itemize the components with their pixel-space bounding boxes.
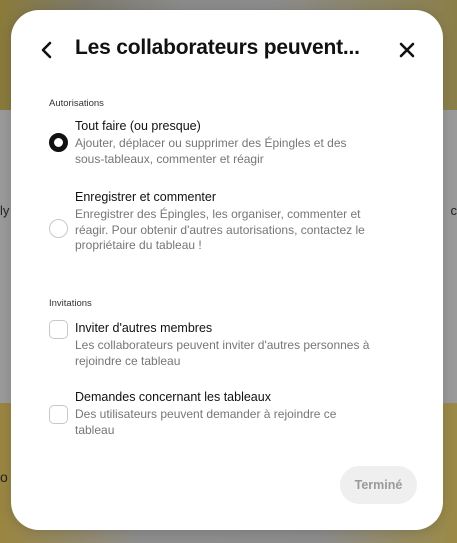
background-text-bottom-left: o <box>0 469 8 485</box>
background-text-left: ly <box>0 203 10 218</box>
checkbox-board-requests[interactable] <box>49 405 68 424</box>
section-label-permissions: Autorisations <box>49 98 104 109</box>
section-label-invitations: Invitations <box>49 298 92 309</box>
option-text: Enregistrer et commenter Enregistrer des… <box>75 189 375 254</box>
radio-save-comment[interactable] <box>49 219 68 238</box>
invitation-option-invite-members[interactable]: Inviter d'autres membres Les collaborate… <box>49 320 379 370</box>
close-icon <box>399 42 415 58</box>
back-button[interactable] <box>35 38 59 62</box>
option-title: Enregistrer et commenter <box>75 190 217 204</box>
permission-option-save-comment[interactable]: Enregistrer et commenter Enregistrer des… <box>49 189 379 269</box>
option-title: Demandes concernant les tableaux <box>75 390 271 404</box>
option-text: Demandes concernant les tableaux Des uti… <box>75 389 375 438</box>
option-description: Ajouter, déplacer ou supprimer des Éping… <box>75 136 347 166</box>
option-title: Tout faire (ou presque) <box>75 119 201 133</box>
option-description: Des utilisateurs peuvent demander à rejo… <box>75 407 337 437</box>
done-button[interactable]: Terminé <box>340 466 417 504</box>
option-text: Tout faire (ou presque) Ajouter, déplace… <box>75 118 375 167</box>
invitation-option-board-requests[interactable]: Demandes concernant les tableaux Des uti… <box>49 389 379 439</box>
permissions-modal: Les collaborateurs peuvent... Autorisati… <box>11 10 443 530</box>
modal-title: Les collaborateurs peuvent... <box>75 36 360 59</box>
option-description: Les collaborateurs peuvent inviter d'aut… <box>75 338 370 368</box>
checkbox-invite-members[interactable] <box>49 320 68 339</box>
modal-header: Les collaborateurs peuvent... <box>11 10 443 88</box>
option-description: Enregistrer des Épingles, les organiser,… <box>75 207 365 252</box>
radio-full-access[interactable] <box>49 133 68 152</box>
close-button[interactable] <box>395 38 419 62</box>
background-text-right: c <box>450 203 457 218</box>
chevron-left-icon <box>41 41 52 59</box>
permission-option-full-access[interactable]: Tout faire (ou presque) Ajouter, déplace… <box>49 118 379 168</box>
option-text: Inviter d'autres membres Les collaborate… <box>75 320 375 369</box>
option-title: Inviter d'autres membres <box>75 321 213 335</box>
